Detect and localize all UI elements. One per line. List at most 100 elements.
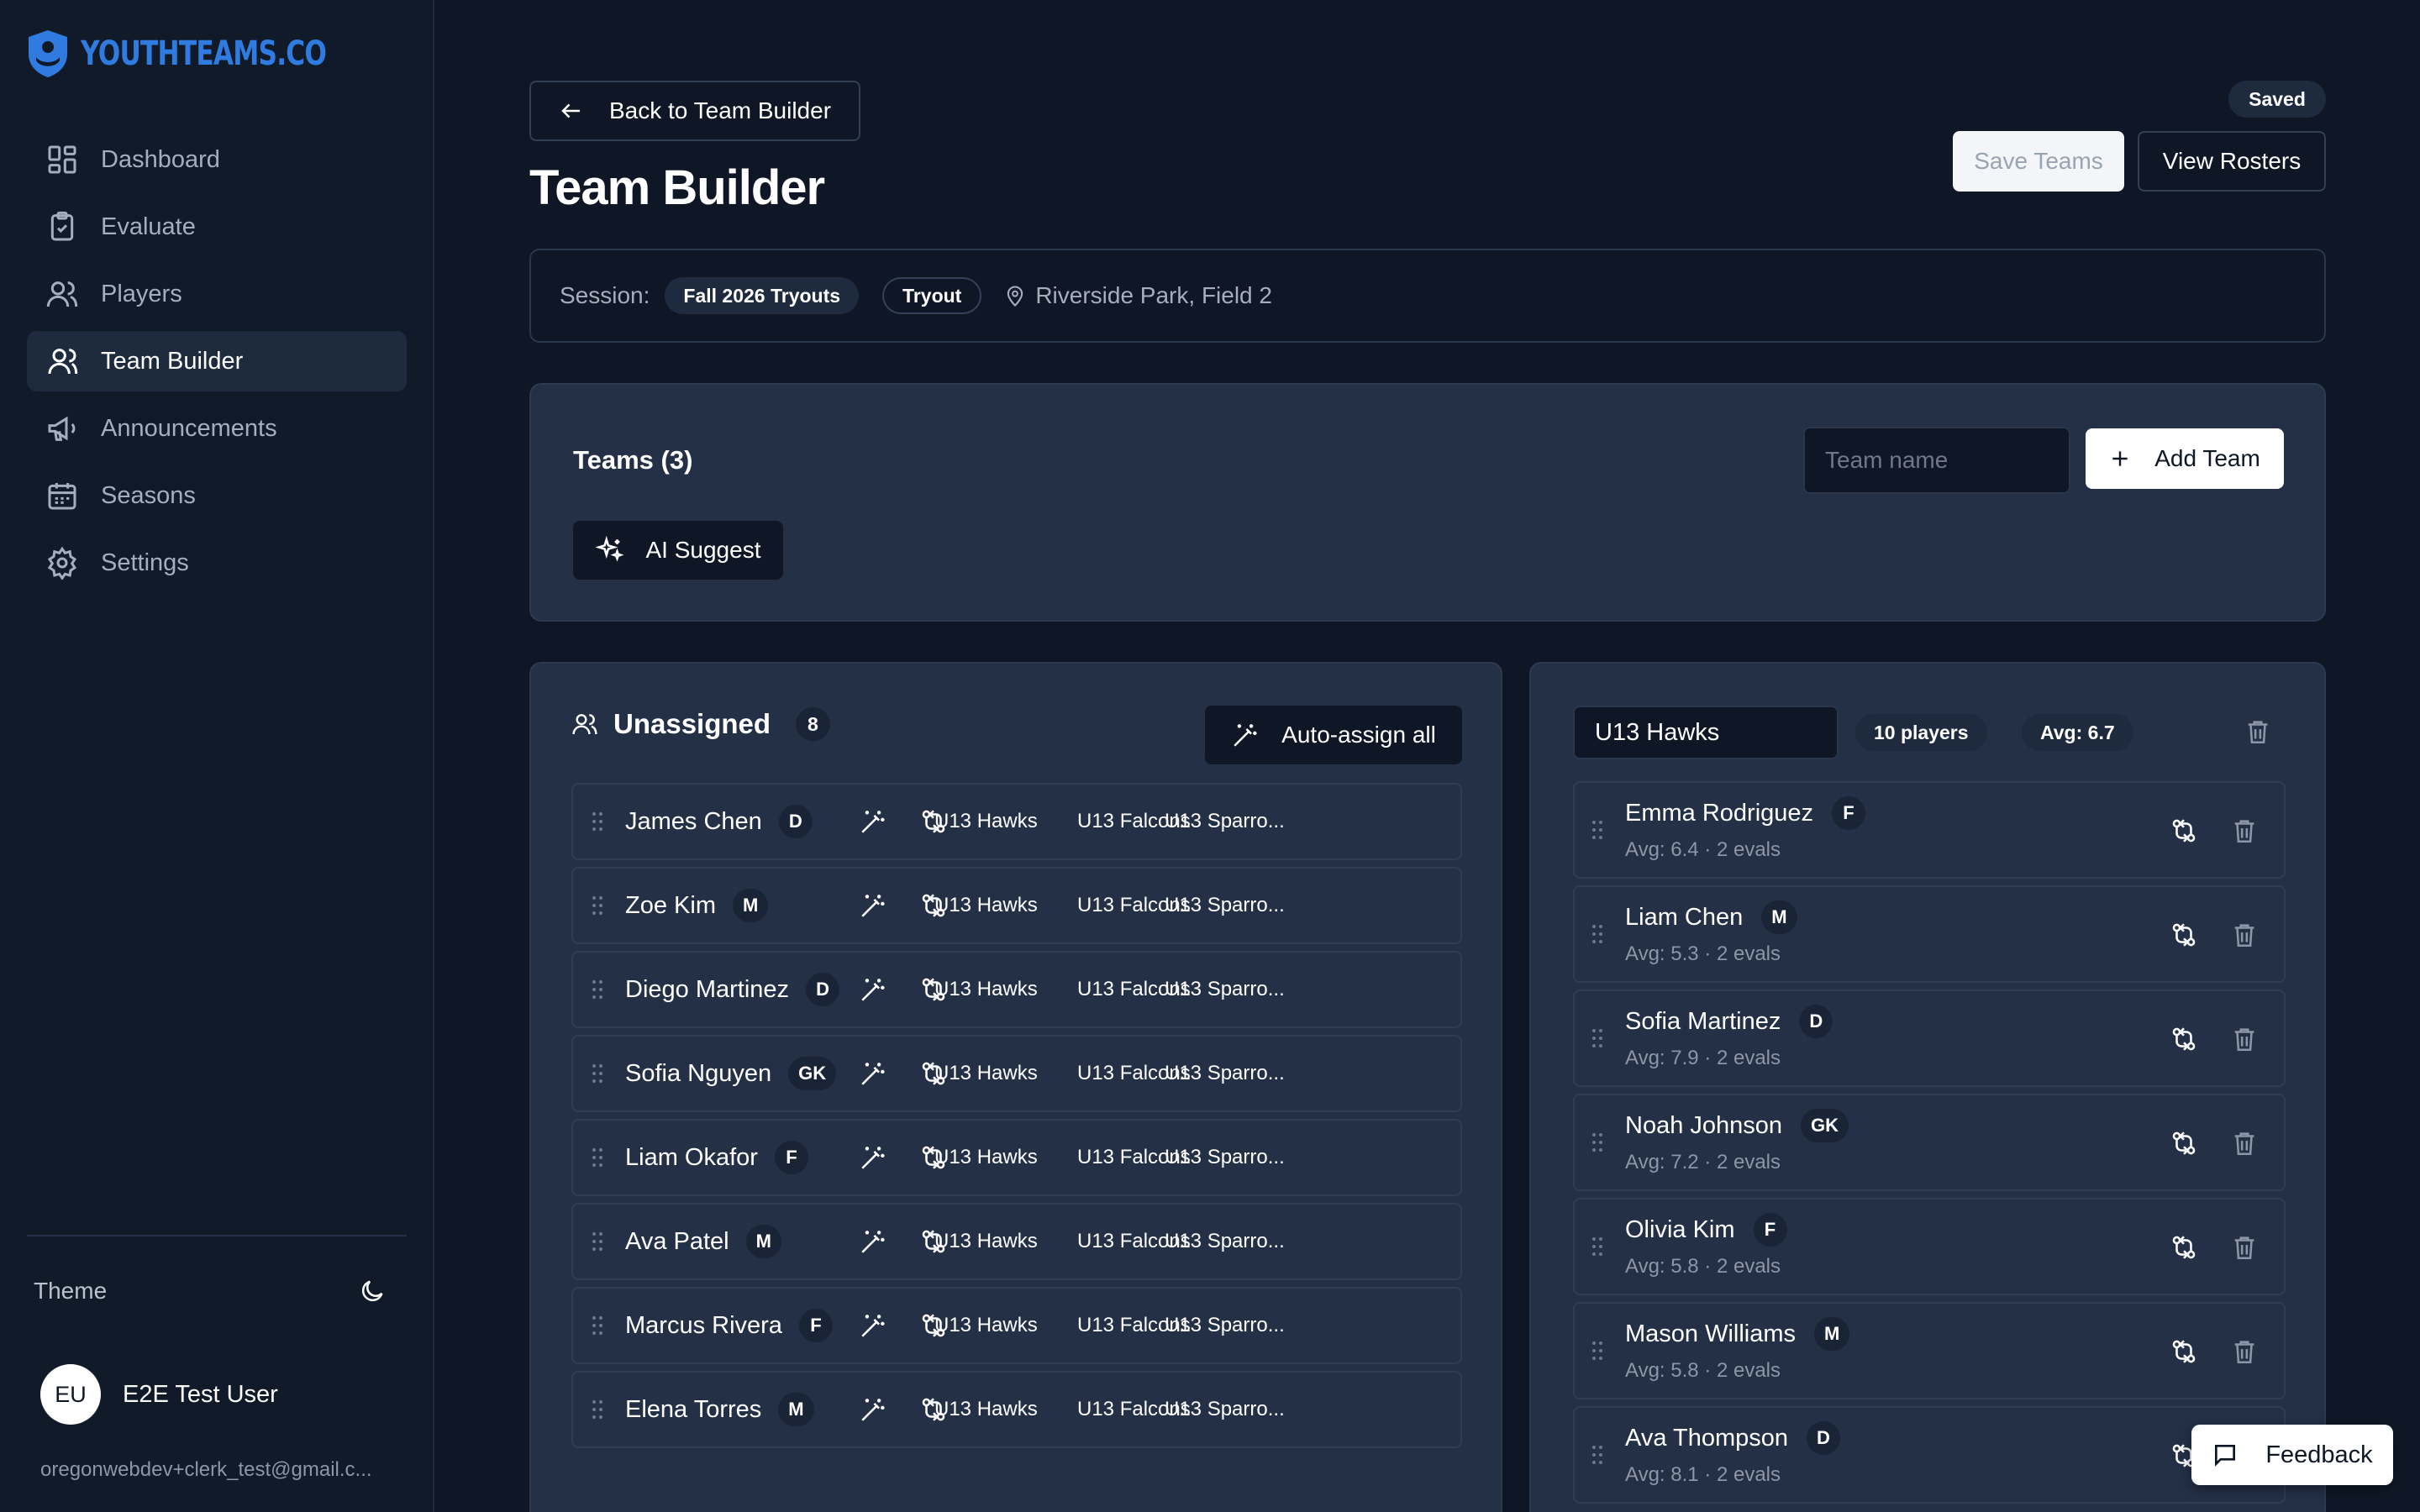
unassigned-player-row[interactable]: Sofia Nguyen GK U13 Hawks U13 Falcons U13 Sp… (571, 1035, 1462, 1112)
view-rosters-button[interactable]: View Rosters (2138, 131, 2326, 192)
assign-to-team-link[interactable]: U13 Sparro... (1165, 978, 1285, 1001)
drag-handle-icon[interactable] (592, 1399, 603, 1420)
unassigned-player-row[interactable]: Marcus Rivera F U13 Hawks U13 Falcons U13 Sp… (571, 1287, 1462, 1364)
auto-assign-wand-icon[interactable] (859, 1311, 887, 1340)
swap-icon[interactable] (2170, 1233, 2198, 1262)
unassigned-player-row[interactable]: Ava Patel M U13 Hawks U13 Falcons U13 Sparro… (571, 1203, 1462, 1280)
drag-handle-icon[interactable] (1591, 1236, 1603, 1257)
sparkles-icon (595, 536, 623, 562)
player-name-text: Ava Patel (625, 1227, 729, 1255)
drag-handle-icon[interactable] (592, 1231, 603, 1252)
auto-assign-wand-icon[interactable] (859, 807, 887, 836)
position-badge: F (798, 1309, 833, 1342)
team-player-row[interactable]: Mason Williams M Avg: 5.8 · 2 evals (1573, 1302, 2286, 1399)
auto-assign-wand-icon[interactable] (859, 975, 887, 1004)
assign-to-team-link[interactable]: U13 Hawks (934, 1062, 1038, 1085)
team-player-row[interactable]: Liam Chen M Avg: 5.3 · 2 evals (1573, 885, 2286, 983)
unassigned-player-row[interactable]: Diego Martinez D U13 Hawks U13 Falcons U13 S… (571, 951, 1462, 1028)
sidebar-item-seasons[interactable]: Seasons (27, 465, 407, 526)
unassigned-player-row[interactable]: Elena Torres M U13 Hawks U13 Falcons U13 Spa… (571, 1371, 1462, 1448)
assign-to-team-link[interactable]: U13 Hawks (934, 894, 1038, 917)
assign-to-team-link[interactable]: U13 Sparro... (1165, 894, 1285, 917)
feedback-button[interactable]: Feedback (2191, 1425, 2393, 1485)
moon-icon[interactable] (358, 1277, 387, 1305)
team-name-field[interactable]: U13 Hawks (1573, 706, 1839, 759)
drag-handle-icon[interactable] (592, 811, 603, 832)
add-team-label: Add Team (2154, 445, 2260, 471)
drag-handle-icon[interactable] (1591, 1445, 1603, 1465)
swap-icon[interactable] (2170, 1129, 2198, 1158)
remove-player-trash-icon[interactable] (2230, 1233, 2259, 1262)
swap-icon[interactable] (2170, 816, 2198, 845)
drag-handle-icon[interactable] (1591, 924, 1603, 944)
sidebar-item-settings[interactable]: Settings (27, 533, 407, 593)
auto-assign-wand-icon[interactable] (859, 1059, 887, 1088)
auto-assign-wand-icon[interactable] (859, 1227, 887, 1256)
remove-player-trash-icon[interactable] (2230, 1129, 2259, 1158)
remove-player-trash-icon[interactable] (2230, 1337, 2259, 1366)
sidebar-item-evaluate[interactable]: Evaluate (27, 197, 407, 257)
team-player-row[interactable]: Olivia Kim F Avg: 5.8 · 2 evals (1573, 1198, 2286, 1295)
assign-to-team-link[interactable]: U13 Hawks (934, 978, 1038, 1001)
ai-suggest-button[interactable]: AI Suggest (573, 521, 783, 580)
sidebar-item-announcements[interactable]: Announcements (27, 398, 407, 459)
player-name-text: Diego Martinez (625, 975, 790, 1003)
back-button[interactable]: Back to Team Builder (529, 81, 860, 141)
drag-handle-icon[interactable] (1591, 1132, 1603, 1152)
team-name-input[interactable] (1803, 427, 2070, 494)
delete-team-trash-icon[interactable] (2244, 717, 2272, 746)
drag-handle-icon[interactable] (592, 895, 603, 916)
swap-icon[interactable] (2170, 1337, 2198, 1366)
drag-handle-icon[interactable] (592, 1315, 603, 1336)
team-player-row[interactable]: Ava Thompson D Avg: 8.1 · 2 evals (1573, 1406, 2286, 1504)
remove-player-trash-icon[interactable] (2230, 921, 2259, 949)
assign-to-team-link[interactable]: U13 Hawks (934, 810, 1038, 833)
save-teams-button[interactable]: Save Teams (1953, 131, 2124, 192)
assign-to-team-link[interactable]: U13 Sparro... (1165, 1230, 1285, 1253)
assign-to-team-link[interactable]: U13 Sparro... (1165, 1146, 1285, 1169)
assign-to-team-link[interactable]: U13 Sparro... (1165, 1314, 1285, 1337)
auto-assign-wand-icon[interactable] (859, 1143, 887, 1172)
drag-handle-icon[interactable] (1591, 820, 1603, 840)
swap-icon[interactable] (2170, 921, 2198, 949)
assign-to-team-link[interactable]: U13 Sparro... (1165, 1062, 1285, 1085)
team-player-row[interactable]: Emma Rodriguez F Avg: 6.4 · 2 evals (1573, 781, 2286, 879)
remove-player-trash-icon[interactable] (2230, 816, 2259, 845)
logo[interactable]: YOUTHTEAMS.CO (25, 29, 396, 79)
users-icon (572, 714, 597, 735)
shield-logo-icon (29, 30, 67, 77)
drag-handle-icon[interactable] (592, 1063, 603, 1084)
user-menu[interactable]: EU E2E Test User (40, 1364, 278, 1425)
assign-to-team-link[interactable]: U13 Hawks (934, 1398, 1038, 1421)
assign-to-team-link[interactable]: U13 Hawks (934, 1146, 1038, 1169)
auto-assign-wand-icon[interactable] (859, 1395, 887, 1424)
player-name: Zoe Kim M (625, 889, 769, 922)
sidebar-item-players[interactable]: Players (27, 264, 407, 324)
player-name-text: Zoe Kim (625, 891, 716, 919)
swap-icon[interactable] (2170, 1025, 2198, 1053)
assign-to-team-link[interactable]: U13 Hawks (934, 1314, 1038, 1337)
auto-assign-wand-icon[interactable] (859, 891, 887, 920)
remove-player-trash-icon[interactable] (2230, 1025, 2259, 1053)
unassigned-player-row[interactable]: Liam Okafor F U13 Hawks U13 Falcons U13 Spar… (571, 1119, 1462, 1196)
team-player-row[interactable]: Sofia Martinez D Avg: 7.9 · 2 evals (1573, 990, 2286, 1087)
drag-handle-icon[interactable] (1591, 1341, 1603, 1361)
drag-handle-icon[interactable] (592, 1147, 603, 1168)
player-name: Sofia Martinez D (1625, 1005, 1833, 1038)
auto-assign-all-button[interactable]: Auto-assign all (1205, 706, 1462, 764)
unassigned-player-row[interactable]: Zoe Kim M U13 Hawks U13 Falcons U13 Sparro..… (571, 867, 1462, 944)
add-team-button[interactable]: Add Team (2086, 428, 2284, 489)
assign-to-team-link[interactable]: U13 Hawks (934, 1230, 1038, 1253)
assign-to-team-link[interactable]: U13 Sparro... (1165, 810, 1285, 833)
sidebar-item-team-builder[interactable]: Team Builder (27, 331, 407, 391)
drag-handle-icon[interactable] (592, 979, 603, 1000)
assign-to-team-link[interactable]: U13 Sparro... (1165, 1398, 1285, 1421)
team-player-list: Emma Rodriguez F Avg: 6.4 · 2 evals Liam Ch… (1573, 781, 2286, 1510)
unassigned-player-row[interactable]: James Chen D U13 Hawks U13 Falcons U13 Sparr… (571, 783, 1462, 860)
team-player-row[interactable]: Noah Johnson GK Avg: 7.2 · 2 evals (1573, 1094, 2286, 1191)
player-count-badge: 10 players (1855, 714, 1987, 751)
player-name-text: Liam Chen (1625, 903, 1744, 931)
drag-handle-icon[interactable] (1591, 1028, 1603, 1048)
sidebar-item-dashboard[interactable]: Dashboard (27, 129, 407, 190)
player-name: Ava Thompson D (1625, 1421, 1840, 1455)
